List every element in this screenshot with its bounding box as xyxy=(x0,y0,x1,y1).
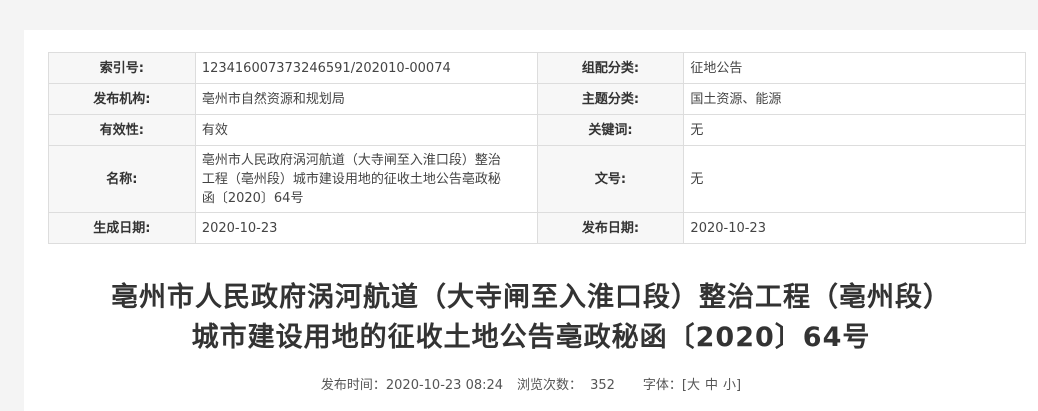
article-title-line: 亳州市人民政府涡河航道（大寺闸至入淮口段）整治工程（亳州段） xyxy=(111,282,951,313)
table-row: 索引号: 123416007373246591/202010-00074 组配分… xyxy=(48,52,1026,84)
view-count-value: 352 xyxy=(590,378,615,393)
index-label: 索引号: xyxy=(48,52,196,84)
article-title: 亳州市人民政府涡河航道（大寺闸至入淮口段）整治工程（亳州段） 城市建设用地的征收… xyxy=(24,278,1038,358)
validity-value: 有效 xyxy=(194,114,538,146)
content-card: 索引号: 123416007373246591/202010-00074 组配分… xyxy=(24,30,1038,411)
created-label: 生成日期: xyxy=(48,212,196,244)
name-value: 亳州市人民政府涡河航道（大寺闸至入淮口段）整治 工程（亳州段）城市建设用地的征收… xyxy=(194,145,538,213)
topic-value: 国土资源、能源 xyxy=(683,83,1026,115)
view-count-label: 浏览次数： xyxy=(517,378,583,393)
name-value-line: 亳州市人民政府涡河航道（大寺闸至入淮口段）整治 xyxy=(201,152,501,168)
font-size-label: 字体： xyxy=(642,378,682,393)
created-value: 2020-10-23 xyxy=(194,212,538,244)
docno-value: 无 xyxy=(683,145,1026,213)
category-label: 组配分类: xyxy=(536,52,685,84)
font-small-button[interactable]: 小 xyxy=(723,374,736,393)
publisher-value: 亳州市自然资源和规划局 xyxy=(194,83,538,115)
keywords-label: 关键词: xyxy=(536,114,685,146)
table-row: 名称: 亳州市人民政府涡河航道（大寺闸至入淮口段）整治 工程（亳州段）城市建设用… xyxy=(48,145,1026,213)
published-label: 发布日期: xyxy=(536,212,685,244)
font-bracket-close: ] xyxy=(736,378,742,393)
publish-time-label: 发布时间： xyxy=(320,378,386,393)
table-row: 发布机构: 亳州市自然资源和规划局 主题分类: 国土资源、能源 xyxy=(48,83,1026,115)
article-title-line: 城市建设用地的征收土地公告亳政秘函〔2020〕64号 xyxy=(191,322,871,353)
document-metadata-table: 索引号: 123416007373246591/202010-00074 组配分… xyxy=(48,52,1026,244)
publisher-label: 发布机构: xyxy=(48,83,196,115)
category-value: 征地公告 xyxy=(683,52,1026,84)
name-label: 名称: xyxy=(48,145,196,213)
font-large-button[interactable]: 大 xyxy=(687,374,700,393)
topic-label: 主题分类: xyxy=(536,83,685,115)
keywords-value: 无 xyxy=(683,114,1026,146)
published-value: 2020-10-23 xyxy=(683,212,1026,244)
validity-label: 有效性: xyxy=(48,114,196,146)
table-row: 生成日期: 2020-10-23 发布日期: 2020-10-23 xyxy=(48,212,1026,244)
table-row: 有效性: 有效 关键词: 无 xyxy=(48,114,1026,146)
article-info-bar: 发布时间：2020-10-23 08:24 浏览次数： 352 字体：[大中小] xyxy=(24,374,1038,393)
font-medium-button[interactable]: 中 xyxy=(705,374,718,393)
index-value: 123416007373246591/202010-00074 xyxy=(194,52,538,84)
name-value-line: 函〔2020〕64号 xyxy=(201,190,304,206)
publish-time-value: 2020-10-23 08:24 xyxy=(385,378,504,393)
docno-label: 文号: xyxy=(536,145,685,213)
name-value-line: 工程（亳州段）城市建设用地的征收土地公告亳政秘 xyxy=(201,171,501,187)
